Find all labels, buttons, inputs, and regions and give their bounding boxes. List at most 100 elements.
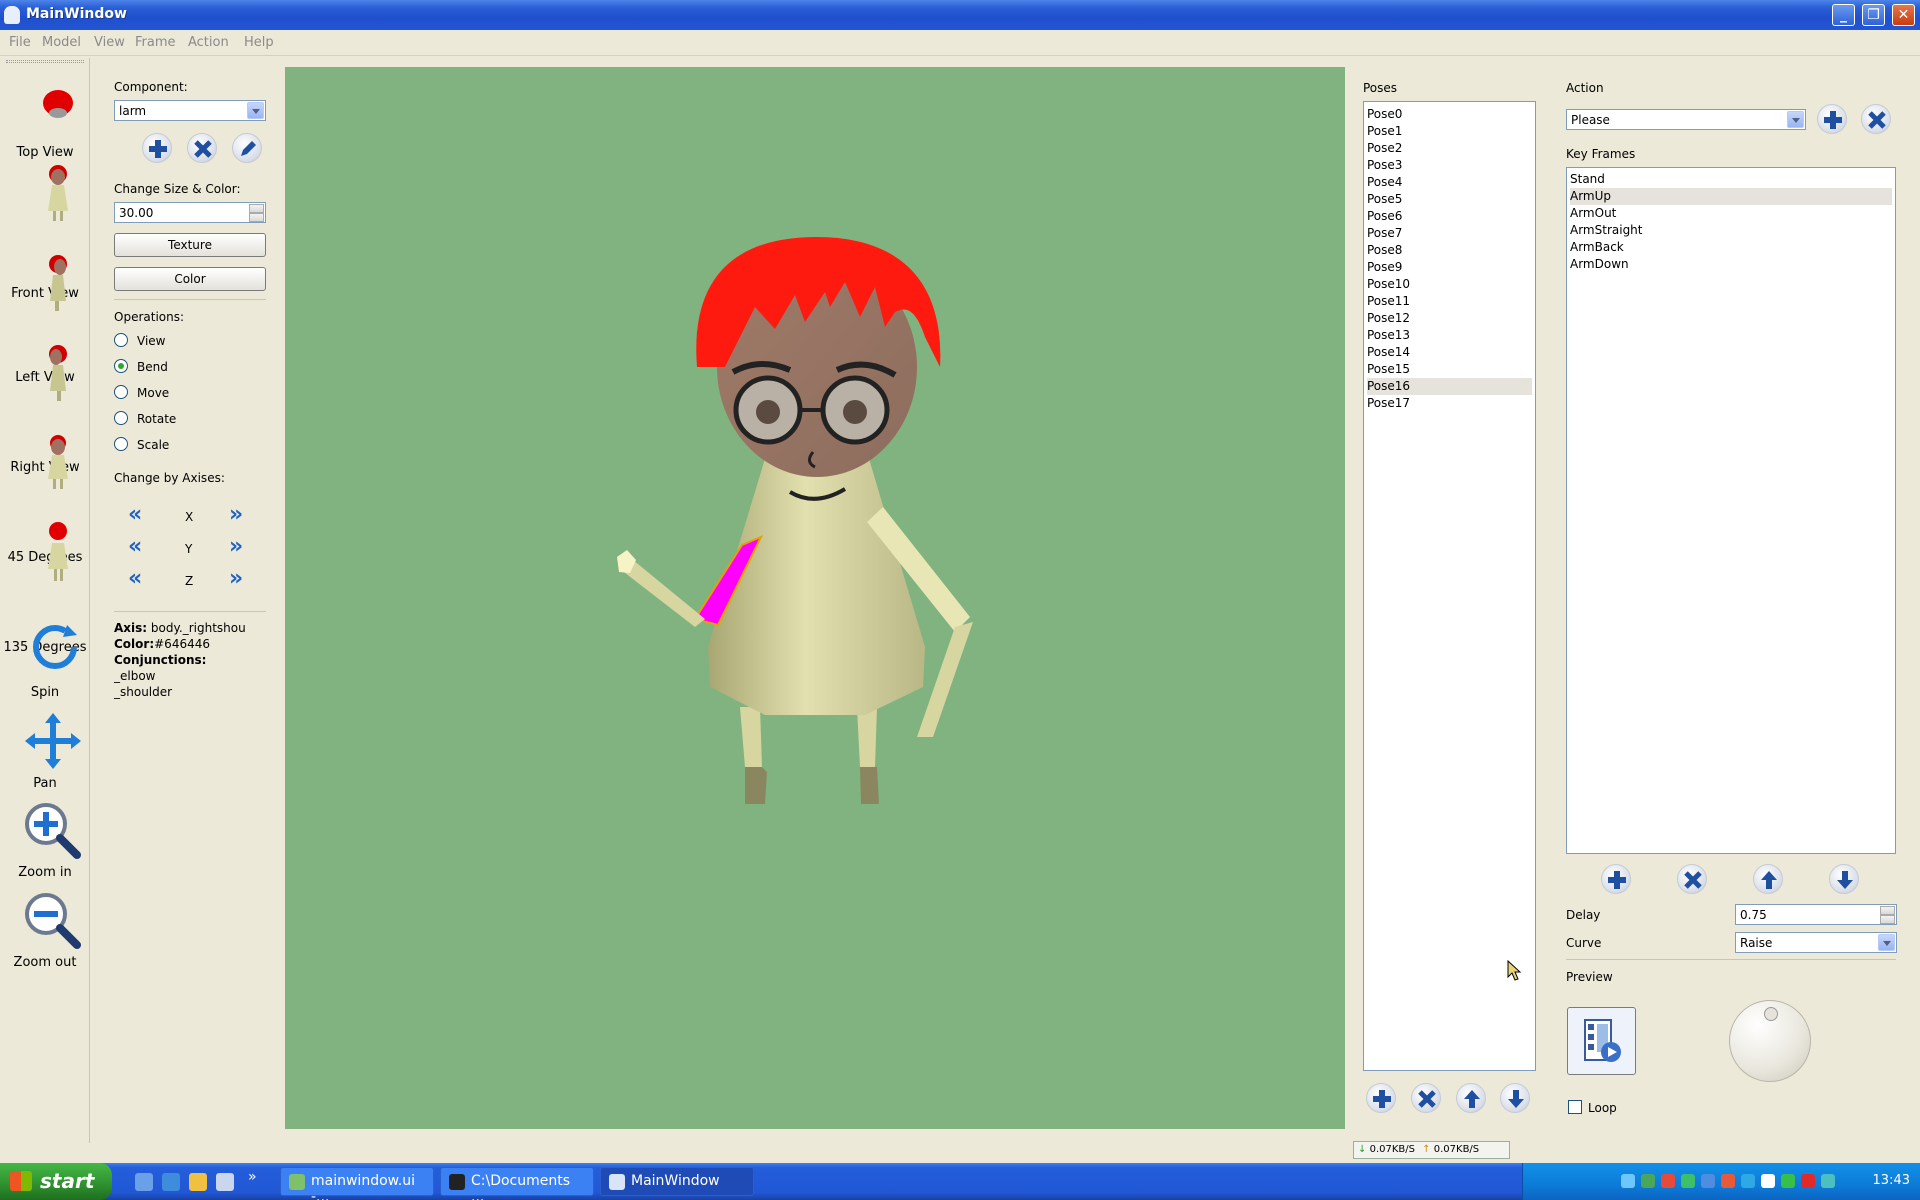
delete-keyframe-button[interactable] bbox=[1677, 864, 1707, 894]
close-button[interactable]: ✕ bbox=[1892, 4, 1915, 26]
radio-rotate[interactable] bbox=[114, 411, 128, 425]
left-view-button[interactable]: Left View bbox=[0, 253, 90, 385]
spin-up-icon[interactable] bbox=[249, 204, 264, 213]
menu-view[interactable]: View bbox=[94, 35, 125, 50]
preview-play-button[interactable] bbox=[1567, 1007, 1636, 1075]
pan-button[interactable]: Pan bbox=[0, 711, 90, 791]
move-keyframe-down-button[interactable] bbox=[1829, 864, 1859, 894]
tray-network-icon[interactable] bbox=[1621, 1174, 1635, 1188]
radio-scale[interactable] bbox=[114, 437, 128, 451]
y-increase-icon[interactable]: » bbox=[229, 536, 243, 558]
keyframe-list-item[interactable]: ArmStraight bbox=[1570, 222, 1892, 239]
pose-list-item[interactable]: Pose6 bbox=[1367, 208, 1532, 225]
top-view-button[interactable]: Top View bbox=[0, 83, 90, 160]
pose-list-item[interactable]: Pose1 bbox=[1367, 123, 1532, 140]
add-action-button[interactable] bbox=[1817, 104, 1847, 134]
pose-list-item[interactable]: Pose8 bbox=[1367, 242, 1532, 259]
task-mainwindow[interactable]: MainWindow bbox=[600, 1167, 754, 1196]
pose-list-item[interactable]: Pose10 bbox=[1367, 276, 1532, 293]
tray-usb-icon[interactable] bbox=[1761, 1174, 1775, 1188]
keyframe-list-item[interactable]: ArmOut bbox=[1570, 205, 1892, 222]
pose-list-item[interactable]: Pose17 bbox=[1367, 395, 1532, 412]
quicklaunch-desktop-icon[interactable] bbox=[135, 1173, 153, 1191]
component-select[interactable]: larm bbox=[114, 100, 266, 121]
z-increase-icon[interactable]: » bbox=[229, 568, 243, 590]
task-mainwindow-ui[interactable]: mainwindow.ui -... bbox=[280, 1167, 434, 1200]
tray-screen-icon[interactable] bbox=[1701, 1174, 1715, 1188]
tray-chat-icon[interactable] bbox=[1681, 1174, 1695, 1188]
tray-update-icon[interactable] bbox=[1821, 1174, 1835, 1188]
pose-list-item[interactable]: Pose11 bbox=[1367, 293, 1532, 310]
move-pose-down-button[interactable] bbox=[1500, 1083, 1530, 1113]
move-pose-up-button[interactable] bbox=[1456, 1083, 1486, 1113]
spin-down-icon[interactable] bbox=[1880, 915, 1895, 924]
start-button[interactable]: start bbox=[0, 1163, 112, 1200]
radio-move[interactable] bbox=[114, 385, 128, 399]
menu-action[interactable]: Action bbox=[188, 35, 229, 50]
quicklaunch-notepad-icon[interactable] bbox=[216, 1173, 234, 1191]
radio-bend[interactable] bbox=[114, 359, 128, 373]
edit-component-button[interactable] bbox=[232, 133, 262, 163]
keyframe-list-item[interactable]: ArmUp bbox=[1570, 188, 1892, 205]
keyframe-list-item[interactable]: ArmBack bbox=[1570, 239, 1892, 256]
menu-frame[interactable]: Frame bbox=[135, 35, 176, 50]
right-view-button[interactable]: Right View bbox=[0, 343, 90, 475]
poses-list[interactable]: Pose0 Pose1 Pose2 Pose3 Pose4 Pose5 Pose6 Pose7… bbox=[1363, 101, 1536, 1071]
preview-dial[interactable] bbox=[1729, 1000, 1811, 1082]
spin-up-icon[interactable] bbox=[1880, 906, 1895, 915]
add-pose-button[interactable] bbox=[1366, 1083, 1396, 1113]
action-select[interactable]: Please bbox=[1566, 109, 1806, 130]
toolbar-grip[interactable] bbox=[6, 60, 84, 63]
z-decrease-icon[interactable]: « bbox=[128, 568, 142, 590]
pose-list-item[interactable]: Pose16 bbox=[1367, 378, 1532, 395]
spin-down-icon[interactable] bbox=[249, 213, 264, 222]
x-increase-icon[interactable]: » bbox=[229, 504, 243, 526]
pose-list-item[interactable]: Pose4 bbox=[1367, 174, 1532, 191]
3d-viewport[interactable] bbox=[285, 67, 1345, 1129]
delete-component-button[interactable] bbox=[187, 133, 217, 163]
quicklaunch-more-icon[interactable]: » bbox=[248, 1169, 257, 1185]
maximize-button[interactable]: ❐ bbox=[1862, 4, 1885, 26]
delay-spinbox[interactable]: 0.75 bbox=[1735, 904, 1897, 925]
pose-list-item[interactable]: Pose5 bbox=[1367, 191, 1532, 208]
front-view-button[interactable]: Front View bbox=[0, 163, 90, 301]
pose-list-item[interactable]: Pose0 bbox=[1367, 106, 1532, 123]
pose-list-item[interactable]: Pose15 bbox=[1367, 361, 1532, 378]
135-degrees-button[interactable]: 135 Degrees bbox=[0, 521, 90, 655]
delete-pose-button[interactable] bbox=[1411, 1083, 1441, 1113]
tray-app-icon[interactable] bbox=[1641, 1174, 1655, 1188]
keyframes-list[interactable]: Stand ArmUp ArmOut ArmStraight ArmBack ArmDow… bbox=[1566, 167, 1896, 854]
keyframe-list-item[interactable]: ArmDown bbox=[1570, 256, 1892, 273]
minimize-button[interactable]: _ bbox=[1832, 4, 1855, 26]
keyframe-list-item[interactable]: Stand bbox=[1570, 171, 1892, 188]
pose-list-item[interactable]: Pose9 bbox=[1367, 259, 1532, 276]
tray-antivirus-icon[interactable] bbox=[1801, 1174, 1815, 1188]
loop-checkbox[interactable] bbox=[1568, 1100, 1582, 1114]
pose-list-item[interactable]: Pose13 bbox=[1367, 327, 1532, 344]
task-command-prompt[interactable]: C:\Documents ... bbox=[440, 1167, 594, 1200]
pose-list-item[interactable]: Pose12 bbox=[1367, 310, 1532, 327]
spin-button[interactable]: Spin bbox=[0, 621, 90, 700]
menu-file[interactable]: File bbox=[9, 35, 31, 50]
menu-help[interactable]: Help bbox=[244, 35, 274, 50]
move-keyframe-up-button[interactable] bbox=[1753, 864, 1783, 894]
add-keyframe-button[interactable] bbox=[1601, 864, 1631, 894]
pose-list-item[interactable]: Pose7 bbox=[1367, 225, 1532, 242]
delete-action-button[interactable] bbox=[1861, 104, 1891, 134]
y-decrease-icon[interactable]: « bbox=[128, 536, 142, 558]
zoom-in-button[interactable]: Zoom in bbox=[0, 800, 90, 880]
zoom-out-button[interactable]: Zoom out bbox=[0, 890, 90, 970]
tray-sync-icon[interactable] bbox=[1741, 1174, 1755, 1188]
radio-view[interactable] bbox=[114, 333, 128, 347]
pose-list-item[interactable]: Pose3 bbox=[1367, 157, 1532, 174]
pose-list-item[interactable]: Pose14 bbox=[1367, 344, 1532, 361]
texture-button[interactable]: Texture bbox=[114, 233, 266, 257]
quicklaunch-browser-icon[interactable] bbox=[162, 1173, 180, 1191]
quicklaunch-folder-icon[interactable] bbox=[189, 1173, 207, 1191]
45-degrees-button[interactable]: 45 Degrees bbox=[0, 433, 90, 565]
size-spinbox[interactable]: 30.00 bbox=[114, 202, 266, 223]
x-decrease-icon[interactable]: « bbox=[128, 504, 142, 526]
menu-model[interactable]: Model bbox=[42, 35, 81, 50]
pose-list-item[interactable]: Pose2 bbox=[1367, 140, 1532, 157]
tray-security-icon[interactable] bbox=[1721, 1174, 1735, 1188]
